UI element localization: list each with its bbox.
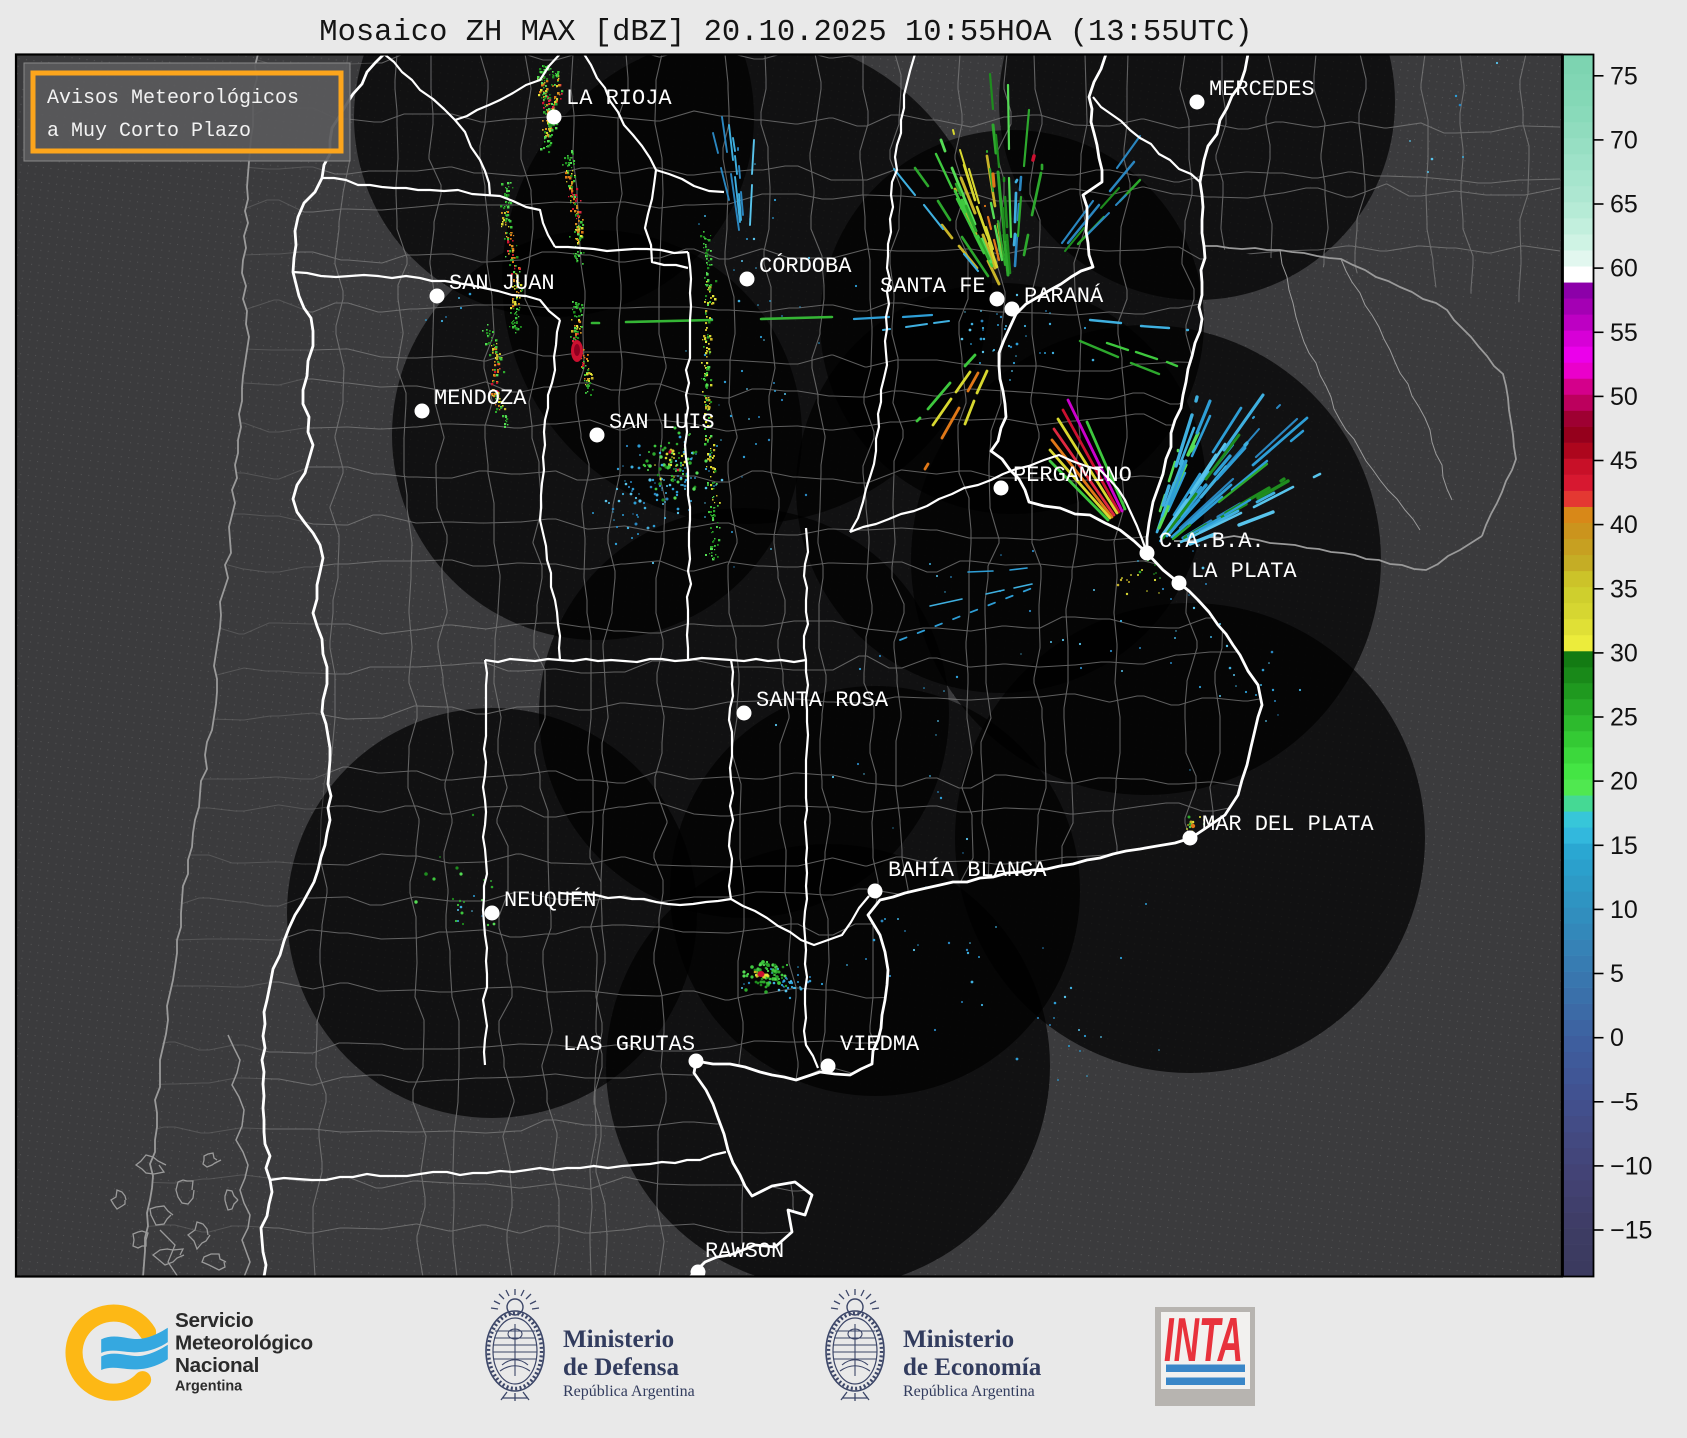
svg-text:de Defensa: de Defensa bbox=[563, 1354, 679, 1381]
svg-text:Avisos Meteorológicos: Avisos Meteorológicos bbox=[47, 87, 299, 110]
svg-text:25: 25 bbox=[1610, 704, 1638, 732]
svg-text:República Argentina: República Argentina bbox=[903, 1383, 1035, 1400]
svg-text:SANTA FE: SANTA FE bbox=[880, 274, 986, 299]
svg-text:10: 10 bbox=[1610, 896, 1638, 924]
svg-text:SAN JUAN: SAN JUAN bbox=[449, 271, 555, 296]
svg-text:Servicio: Servicio bbox=[175, 1309, 253, 1332]
svg-text:5: 5 bbox=[1610, 960, 1624, 988]
svg-text:C.A.B.A.: C.A.B.A. bbox=[1159, 529, 1265, 554]
svg-text:55: 55 bbox=[1610, 319, 1638, 347]
svg-text:20: 20 bbox=[1610, 768, 1638, 796]
svg-text:SANTA ROSA: SANTA ROSA bbox=[756, 688, 889, 713]
svg-text:−10: −10 bbox=[1610, 1152, 1652, 1180]
svg-text:BAHÍA BLANCA: BAHÍA BLANCA bbox=[888, 857, 1047, 883]
svg-text:70: 70 bbox=[1610, 126, 1638, 154]
svg-text:50: 50 bbox=[1610, 383, 1638, 411]
svg-text:Ministerio: Ministerio bbox=[563, 1326, 674, 1353]
svg-text:45: 45 bbox=[1610, 447, 1638, 475]
svg-text:60: 60 bbox=[1610, 255, 1638, 283]
svg-text:65: 65 bbox=[1610, 191, 1638, 219]
svg-text:0: 0 bbox=[1610, 1024, 1624, 1052]
svg-text:Mosaico ZH MAX [dBZ] 20.10.202: Mosaico ZH MAX [dBZ] 20.10.2025 10:55HOA… bbox=[319, 16, 1252, 50]
svg-text:NEUQUÉN: NEUQUÉN bbox=[504, 887, 596, 913]
svg-text:MAR DEL PLATA: MAR DEL PLATA bbox=[1202, 812, 1374, 837]
svg-text:VIEDMA: VIEDMA bbox=[840, 1032, 920, 1057]
svg-text:CÓRDOBA: CÓRDOBA bbox=[759, 253, 852, 279]
svg-text:−5: −5 bbox=[1610, 1088, 1639, 1116]
svg-text:15: 15 bbox=[1610, 832, 1638, 860]
svg-text:40: 40 bbox=[1610, 511, 1638, 539]
svg-text:SAN LUIS: SAN LUIS bbox=[609, 410, 715, 435]
svg-text:RAWSON: RAWSON bbox=[705, 1239, 784, 1264]
svg-text:35: 35 bbox=[1610, 575, 1638, 603]
svg-text:Argentina: Argentina bbox=[175, 1379, 243, 1395]
svg-text:75: 75 bbox=[1610, 62, 1638, 90]
svg-text:PARANÁ: PARANÁ bbox=[1024, 283, 1104, 309]
svg-text:30: 30 bbox=[1610, 639, 1638, 667]
svg-text:MENDOZA: MENDOZA bbox=[434, 386, 527, 411]
svg-text:de Economía: de Economía bbox=[903, 1354, 1042, 1381]
svg-text:MERCEDES: MERCEDES bbox=[1209, 77, 1315, 102]
svg-text:Nacional: Nacional bbox=[175, 1354, 259, 1377]
svg-text:Meteorológico: Meteorológico bbox=[175, 1331, 313, 1354]
svg-text:a Muy Corto Plazo: a Muy Corto Plazo bbox=[47, 120, 251, 143]
svg-text:LA PLATA: LA PLATA bbox=[1191, 559, 1297, 584]
svg-text:PERGAMINO: PERGAMINO bbox=[1013, 463, 1132, 488]
svg-text:Ministerio: Ministerio bbox=[903, 1326, 1014, 1353]
svg-text:LAS GRUTAS: LAS GRUTAS bbox=[563, 1032, 695, 1057]
svg-text:República Argentina: República Argentina bbox=[563, 1383, 695, 1400]
svg-text:−15: −15 bbox=[1610, 1217, 1652, 1245]
svg-text:LA RIOJA: LA RIOJA bbox=[566, 86, 672, 111]
